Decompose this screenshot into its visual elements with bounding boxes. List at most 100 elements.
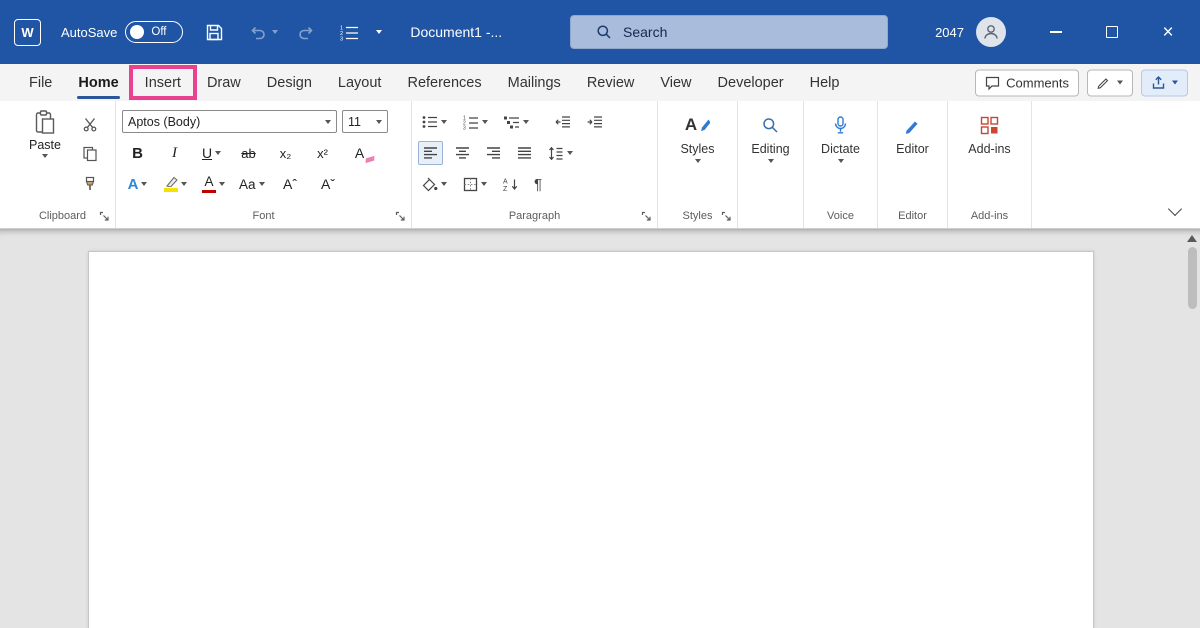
scrollbar-thumb[interactable] [1188, 247, 1197, 309]
clear-formatting-button[interactable]: A [344, 141, 375, 165]
undo-dropdown-icon[interactable] [272, 30, 278, 34]
align-right-button[interactable] [482, 141, 505, 165]
font-family-select[interactable]: Aptos (Body) [122, 110, 337, 133]
tab-mailings[interactable]: Mailings [495, 64, 574, 101]
tab-references[interactable]: References [394, 64, 494, 101]
increase-indent-button[interactable] [583, 110, 607, 134]
addins-button[interactable]: Add-ins [948, 111, 1031, 156]
bold-button[interactable]: B [122, 141, 153, 165]
undo-button[interactable] [248, 24, 268, 41]
scissors-icon [82, 116, 98, 132]
minimize-button[interactable] [1028, 0, 1084, 64]
comment-bubble-icon [985, 75, 1000, 90]
font-family-dropdown-icon [325, 120, 331, 124]
dictate-button[interactable]: Dictate [804, 111, 877, 163]
quick-access-dropdown-icon[interactable] [376, 30, 382, 34]
paste-button[interactable]: Paste [22, 110, 68, 158]
align-center-button[interactable] [451, 141, 474, 165]
tab-file[interactable]: File [16, 64, 65, 101]
font-size-select[interactable]: 11 [342, 110, 388, 133]
editing-group: Editing [738, 101, 804, 228]
collapse-ribbon-icon[interactable] [1168, 202, 1182, 216]
scroll-up-icon[interactable] [1187, 235, 1197, 242]
font-group-label: Font [116, 210, 411, 222]
document-page[interactable] [88, 251, 1094, 628]
redo-button[interactable] [296, 24, 316, 41]
decrease-indent-button[interactable] [551, 110, 575, 134]
search-placeholder: Search [623, 24, 667, 40]
clipboard-dialog-launcher[interactable] [99, 211, 110, 222]
search-box[interactable]: Search [570, 15, 888, 49]
editor-group-label: Editor [878, 210, 947, 222]
save-button[interactable] [205, 23, 224, 42]
multilevel-list-button[interactable] [500, 110, 533, 134]
change-case-button[interactable]: Aa [236, 172, 268, 196]
tab-developer[interactable]: Developer [705, 64, 797, 101]
ribbon-tab-row: File Home Insert Draw Design Layout Refe… [0, 64, 1200, 101]
minimize-icon [1050, 31, 1062, 33]
font-size-dropdown-icon [376, 120, 382, 124]
editing-button[interactable]: Editing [738, 111, 803, 163]
cut-button[interactable] [78, 114, 102, 134]
numbering-button[interactable]: 123 [459, 110, 492, 134]
search-icon [596, 24, 612, 40]
text-effects-dropdown-icon [141, 182, 147, 186]
close-button[interactable]: × [1140, 0, 1196, 64]
superscript-button[interactable]: x² [307, 141, 338, 165]
text-effects-button[interactable]: A [122, 172, 153, 196]
strikethrough-button[interactable]: ab [233, 141, 264, 165]
highlight-color-button[interactable] [160, 172, 191, 196]
tab-view[interactable]: View [647, 64, 704, 101]
pen-tool-button[interactable] [1087, 69, 1133, 96]
pen-dropdown-icon [1117, 81, 1123, 85]
shrink-font-button[interactable]: Aˇ [313, 172, 344, 196]
dictate-dropdown-icon [838, 159, 844, 163]
line-spacing-button[interactable] [544, 141, 577, 165]
paste-dropdown-icon [42, 154, 48, 158]
borders-button[interactable] [459, 172, 491, 196]
share-button[interactable] [1141, 69, 1188, 96]
paint-bucket-icon [422, 177, 438, 192]
grow-font-button[interactable]: Aˆ [275, 172, 306, 196]
autosave-toggle[interactable]: Off [125, 21, 183, 43]
tab-review[interactable]: Review [574, 64, 648, 101]
align-right-icon [486, 146, 501, 160]
font-dialog-launcher[interactable] [395, 211, 406, 222]
sort-button[interactable]: AZ [499, 172, 522, 196]
tab-insert[interactable]: Insert [132, 64, 194, 101]
format-painter-button[interactable] [78, 174, 102, 194]
addins-group-label: Add-ins [948, 210, 1031, 222]
italic-button[interactable]: I [159, 141, 190, 165]
paragraph-dialog-launcher[interactable] [641, 211, 652, 222]
editor-button[interactable]: Editor [878, 111, 947, 156]
pilcrow-icon: ¶ [534, 176, 542, 193]
subscript-button[interactable]: x₂ [270, 141, 301, 165]
tab-help[interactable]: Help [797, 64, 853, 101]
align-left-button[interactable] [418, 141, 443, 165]
tab-home[interactable]: Home [65, 64, 131, 101]
align-center-icon [455, 146, 470, 160]
underline-dropdown-icon [215, 151, 221, 155]
maximize-button[interactable] [1084, 0, 1140, 64]
tab-draw[interactable]: Draw [194, 64, 254, 101]
copy-button[interactable] [78, 144, 102, 164]
show-formatting-button[interactable]: ¶ [530, 172, 546, 196]
account-avatar[interactable] [976, 17, 1006, 47]
tab-layout[interactable]: Layout [325, 64, 395, 101]
addins-group: Add-ins Add-ins [948, 101, 1032, 228]
tab-design[interactable]: Design [254, 64, 325, 101]
bullets-dropdown-icon [441, 120, 447, 124]
bullet-list-icon [422, 115, 438, 129]
styles-button[interactable]: A Styles [658, 111, 737, 163]
svg-text:3: 3 [463, 125, 466, 130]
numbered-lines-button[interactable]: 123 [340, 24, 360, 41]
font-color-button[interactable]: A [198, 172, 229, 196]
magnifier-icon [762, 117, 779, 134]
comments-button[interactable]: Comments [975, 69, 1079, 96]
line-spacing-icon [548, 146, 564, 161]
shading-button[interactable] [418, 172, 451, 196]
styles-dialog-launcher[interactable] [721, 211, 732, 222]
bullets-button[interactable] [418, 110, 451, 134]
justify-button[interactable] [513, 141, 536, 165]
underline-button[interactable]: U [196, 141, 227, 165]
